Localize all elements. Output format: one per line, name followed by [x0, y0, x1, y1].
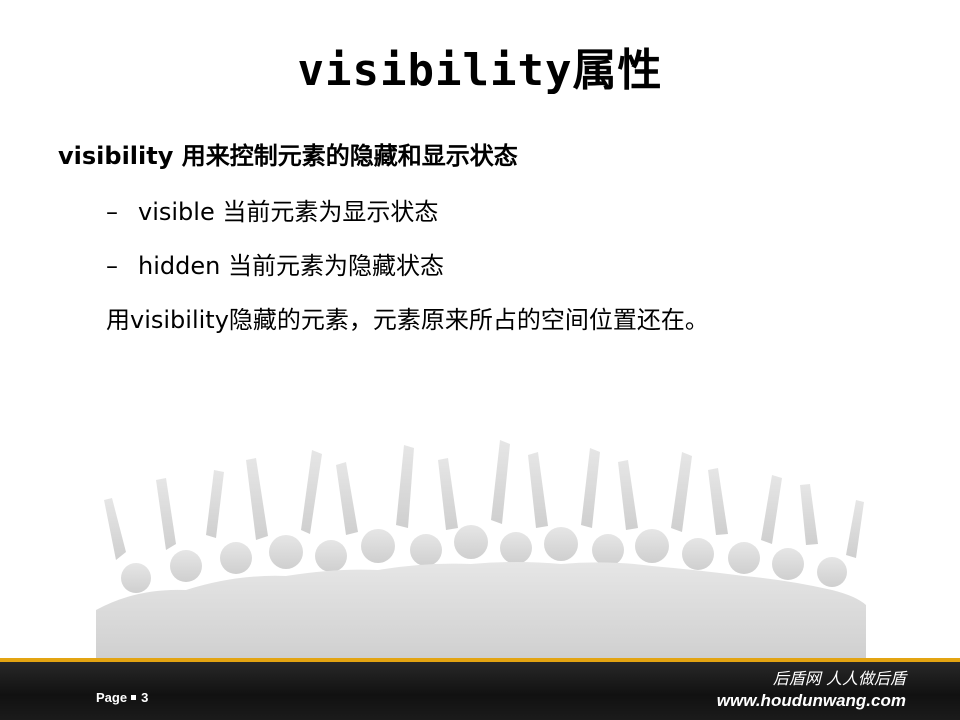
page-label: Page	[96, 690, 128, 705]
brand-slogan: 后盾网 人人做后盾	[772, 669, 906, 688]
bullet-hidden: – hidden 当前元素为隐藏状态	[106, 246, 444, 281]
bullet-text: visible 当前元素为显示状态	[138, 198, 439, 226]
dash-bullet: –	[106, 198, 118, 226]
brand-block: 后盾网 人人做后盾 www.houdunwang.com	[717, 668, 906, 712]
square-bullet-icon	[131, 695, 137, 701]
brand-url: www.houdunwang.com	[716, 691, 906, 710]
page-number: 3	[141, 690, 149, 705]
lead-text: visibility 用来控制元素的隐藏和显示状态	[58, 142, 518, 170]
bullet-visible: – visible 当前元素为显示状态	[106, 192, 438, 227]
page-indicator: Page 3	[96, 690, 148, 705]
bullet-text: hidden 当前元素为隐藏状态	[138, 252, 444, 280]
footer-accent-line	[0, 658, 960, 662]
note-text: 用visibility隐藏的元素，元素原来所占的空间位置还在。	[106, 306, 709, 334]
slide: visibility属性 visibility 用来控制元素的隐藏和显示状态 –…	[0, 0, 960, 720]
slide-title: visibility属性	[297, 45, 663, 96]
dash-bullet: –	[106, 252, 118, 280]
crowd-silhouette-image	[96, 440, 866, 662]
